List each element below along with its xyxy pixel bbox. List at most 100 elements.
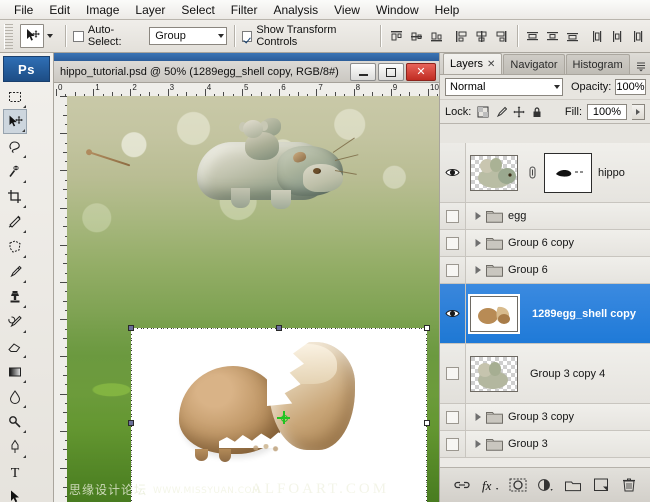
layer-mask-thumbnail[interactable]: [544, 152, 592, 193]
lock-all-icon[interactable]: [530, 105, 543, 118]
group-expand-chevron-right-icon[interactable]: [472, 265, 484, 275]
layer-visibility-toggle[interactable]: [440, 404, 466, 430]
align-vertical-centers-icon[interactable]: [408, 28, 425, 45]
menu-item-filter[interactable]: Filter: [223, 1, 266, 19]
layer-visibility-toggle[interactable]: [440, 230, 466, 256]
table-row[interactable]: Group 6 copy: [440, 230, 650, 257]
eraser-tool-icon[interactable]: [3, 334, 27, 359]
add-layer-mask-icon[interactable]: [508, 475, 528, 495]
rectangular-marquee-tool-icon[interactable]: [3, 84, 27, 109]
menu-item-window[interactable]: Window: [368, 1, 427, 19]
align-horizontal-centers-icon[interactable]: [473, 28, 490, 45]
gradient-tool-icon[interactable]: [3, 359, 27, 384]
table-row[interactable]: Group 3 copy 4: [440, 344, 650, 404]
path-selection-tool-icon[interactable]: [3, 484, 27, 502]
table-row[interactable]: Group 3: [440, 431, 650, 458]
hippo-thumbnail[interactable]: [470, 154, 518, 191]
move-tool-icon[interactable]: [3, 109, 27, 134]
pen-tool-icon[interactable]: [3, 434, 27, 459]
blend-mode-select[interactable]: Normal: [445, 78, 563, 96]
transform-handle-middle-left[interactable]: [128, 420, 134, 426]
menu-item-layer[interactable]: Layer: [127, 1, 173, 19]
layer-visibility-toggle[interactable]: [440, 257, 466, 283]
clone-stamp-tool-icon[interactable]: [3, 284, 27, 309]
tool-preset-chevron-down-icon[interactable]: [47, 34, 54, 38]
eggshell-thumbnail[interactable]: [468, 293, 520, 334]
close-button[interactable]: ✕: [406, 63, 436, 81]
table-row[interactable]: egg: [440, 203, 650, 230]
table-row[interactable]: Group 6: [440, 257, 650, 284]
canvas[interactable]: 思缘设计论坛 WWW.MISSYUAN.COM ALFOART.COM: [67, 96, 439, 502]
menu-item-edit[interactable]: Edit: [41, 1, 78, 19]
distribute-vertical-centers-icon[interactable]: [544, 28, 561, 45]
transform-handle-top-center[interactable]: [276, 325, 282, 331]
panel-menu-icon[interactable]: [634, 59, 647, 72]
menu-item-file[interactable]: File: [6, 1, 41, 19]
layer-style-fx-icon[interactable]: fx: [480, 475, 500, 495]
slice-tool-icon[interactable]: [3, 209, 27, 234]
menu-item-image[interactable]: Image: [78, 1, 127, 19]
layer-list[interactable]: hippo egg Group 6 copy Group 6 1289egg_s…: [440, 143, 650, 467]
new-adjustment-layer-icon[interactable]: [535, 475, 555, 495]
fill-slider-arrow-icon[interactable]: [632, 103, 645, 120]
auto-select-scope-select[interactable]: Group: [149, 27, 227, 45]
group3copy4-thumbnail[interactable]: [470, 355, 518, 392]
align-bottom-edges-icon[interactable]: [428, 28, 445, 45]
lock-image-pixels-icon[interactable]: [494, 105, 507, 118]
tab-navigator[interactable]: Navigator: [503, 54, 565, 74]
align-left-edges-icon[interactable]: [453, 28, 470, 45]
maximize-button[interactable]: [378, 63, 404, 81]
menu-item-help[interactable]: Help: [427, 1, 468, 19]
lasso-tool-icon[interactable]: [3, 134, 27, 159]
lock-transparent-pixels-icon[interactable]: [476, 105, 489, 118]
distribute-top-edges-icon[interactable]: [524, 28, 541, 45]
transform-handle-top-right[interactable]: [424, 325, 430, 331]
tab-layers[interactable]: Layers ✕: [443, 53, 503, 74]
opacity-input[interactable]: 100%: [615, 79, 646, 95]
brush-tool-icon[interactable]: [3, 259, 27, 284]
layer-visibility-toggle[interactable]: [440, 284, 466, 343]
align-top-edges-icon[interactable]: [388, 28, 405, 45]
document-tab-strip[interactable]: [54, 53, 439, 61]
group-expand-chevron-right-icon[interactable]: [472, 412, 484, 422]
layer-visibility-toggle[interactable]: [440, 344, 466, 403]
minimize-button[interactable]: [350, 63, 376, 81]
table-row[interactable]: 1289egg_shell copy: [440, 284, 650, 344]
layer-mask-link-icon[interactable]: [527, 166, 537, 179]
vertical-ruler[interactable]: [54, 96, 68, 502]
current-tool-well[interactable]: [15, 24, 58, 48]
new-layer-icon[interactable]: [591, 475, 611, 495]
layer-visibility-toggle[interactable]: [440, 203, 466, 229]
transform-handle-top-left[interactable]: [128, 325, 134, 331]
move-tool-icon[interactable]: [20, 24, 45, 48]
distribute-horizontal-centers-icon[interactable]: [609, 28, 626, 45]
menu-item-select[interactable]: Select: [173, 1, 222, 19]
group-expand-chevron-right-icon[interactable]: [472, 211, 484, 221]
distribute-right-edges-icon[interactable]: [629, 28, 646, 45]
new-group-icon[interactable]: [563, 475, 583, 495]
layer-visibility-toggle[interactable]: [440, 431, 466, 457]
crop-tool-icon[interactable]: [3, 184, 27, 209]
distribute-bottom-edges-icon[interactable]: [564, 28, 581, 45]
transform-bounding-box[interactable]: [131, 328, 427, 502]
menu-item-analysis[interactable]: Analysis: [265, 1, 326, 19]
group-expand-chevron-right-icon[interactable]: [472, 439, 484, 449]
magic-wand-tool-icon[interactable]: [3, 159, 27, 184]
history-brush-tool-icon[interactable]: [3, 309, 27, 334]
document-title-bar[interactable]: hippo_tutorial.psd @ 50% (1289egg_shell …: [54, 61, 439, 83]
align-right-edges-icon[interactable]: [493, 28, 510, 45]
table-row[interactable]: Group 3 copy: [440, 404, 650, 431]
table-row[interactable]: hippo: [440, 143, 650, 203]
type-tool-icon[interactable]: T: [3, 459, 27, 484]
layer-visibility-toggle[interactable]: [440, 143, 466, 202]
transform-handle-middle-right[interactable]: [424, 420, 430, 426]
delete-layer-icon[interactable]: [619, 475, 639, 495]
link-layers-icon[interactable]: [452, 475, 472, 495]
auto-select-checkbox[interactable]: [73, 30, 84, 42]
horizontal-ruler[interactable]: 0 1 2 3 4 5 6 7 8 9 10: [54, 83, 439, 97]
dodge-tool-icon[interactable]: [3, 409, 27, 434]
fill-input[interactable]: 100%: [587, 103, 627, 120]
close-icon[interactable]: ✕: [487, 59, 495, 70]
show-transform-controls-checkbox[interactable]: [241, 30, 253, 42]
lock-position-icon[interactable]: [512, 105, 525, 118]
